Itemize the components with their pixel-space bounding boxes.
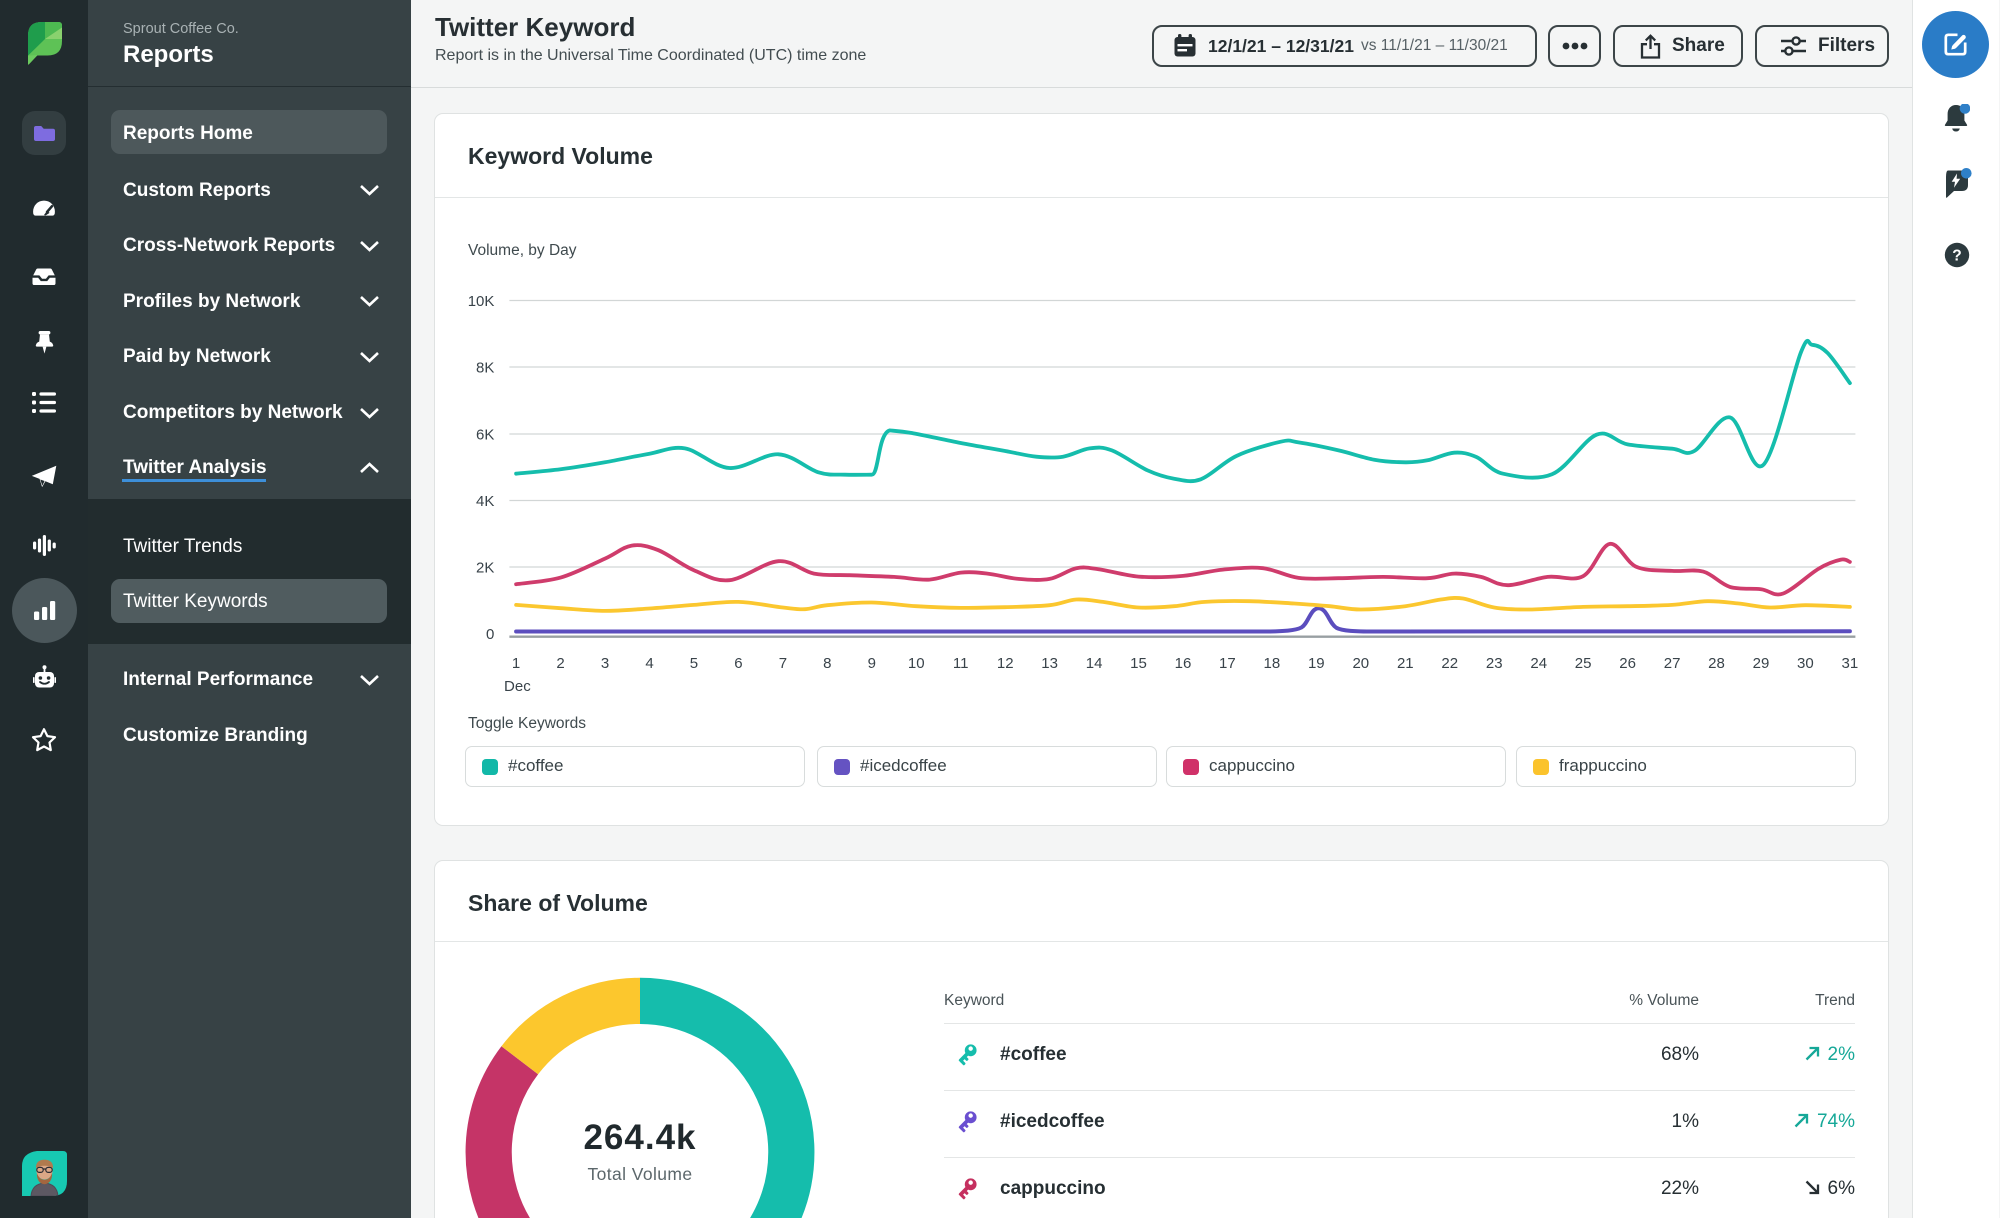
- svg-text:4: 4: [645, 655, 653, 672]
- svg-text:26: 26: [1619, 655, 1636, 672]
- svg-text:29: 29: [1753, 655, 1770, 672]
- svg-text:27: 27: [1664, 655, 1681, 672]
- svg-text:3: 3: [601, 655, 609, 672]
- svg-text:9: 9: [868, 655, 876, 672]
- svg-text:18: 18: [1264, 655, 1281, 672]
- svg-text:0: 0: [486, 626, 494, 643]
- svg-text:5: 5: [690, 655, 698, 672]
- svg-text:14: 14: [1086, 655, 1103, 672]
- svg-text:31: 31: [1842, 655, 1859, 672]
- svg-text:21: 21: [1397, 655, 1414, 672]
- svg-text:4K: 4K: [476, 493, 494, 510]
- svg-text:8K: 8K: [476, 359, 494, 376]
- svg-text:17: 17: [1219, 655, 1236, 672]
- svg-text:28: 28: [1708, 655, 1725, 672]
- svg-text:30: 30: [1797, 655, 1814, 672]
- svg-text:7: 7: [779, 655, 787, 672]
- svg-text:8: 8: [823, 655, 831, 672]
- svg-text:25: 25: [1575, 655, 1592, 672]
- svg-text:12: 12: [997, 655, 1014, 672]
- svg-text:22: 22: [1441, 655, 1458, 672]
- svg-text:19: 19: [1308, 655, 1325, 672]
- svg-text:16: 16: [1175, 655, 1192, 672]
- svg-text:23: 23: [1486, 655, 1503, 672]
- svg-text:13: 13: [1041, 655, 1058, 672]
- svg-text:15: 15: [1130, 655, 1147, 672]
- svg-text:20: 20: [1352, 655, 1369, 672]
- svg-text:6: 6: [734, 655, 742, 672]
- svg-text:10K: 10K: [468, 293, 495, 310]
- svg-text:24: 24: [1530, 655, 1547, 672]
- svg-text:6K: 6K: [476, 426, 494, 443]
- svg-text:Dec: Dec: [504, 678, 531, 695]
- svg-text:2K: 2K: [476, 559, 494, 576]
- svg-text:11: 11: [953, 655, 969, 672]
- svg-text:1: 1: [512, 655, 520, 672]
- svg-text:?: ?: [1952, 247, 1961, 264]
- svg-text:2: 2: [556, 655, 564, 672]
- svg-text:10: 10: [908, 655, 925, 672]
